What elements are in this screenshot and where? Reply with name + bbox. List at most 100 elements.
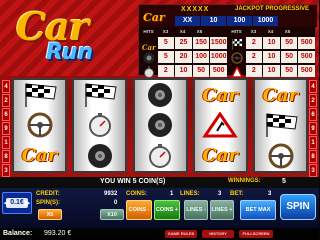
payline-number[interactable]: 3 — [309, 164, 317, 177]
status-bar: YOU WIN 5 COIN(S) WINNINGS: 5 — [0, 177, 319, 188]
payline-number[interactable]: 4 — [2, 80, 10, 93]
car-logo-small: Car — [141, 42, 156, 52]
paytable-header-row: HITS X3 X4 X5 — [140, 28, 228, 35]
pay-value: 50 — [280, 50, 298, 63]
pay-value: 150 — [192, 36, 210, 49]
bet-value: 3 — [268, 191, 272, 197]
lines-plus-button[interactable]: LINES + — [210, 200, 234, 220]
pay-value: 25 — [175, 36, 192, 49]
balance-value: 993.20 € — [44, 230, 72, 237]
x5-button[interactable]: X5 — [38, 209, 62, 220]
pay-value: 2 — [245, 64, 263, 77]
coins-label: COINS: — [126, 191, 147, 197]
spin-button[interactable]: SPIN — [280, 194, 316, 220]
paytable-row-tire: 5 20 100 1000 — [140, 50, 228, 63]
col-header: X4 — [179, 29, 186, 34]
pay-value: 2 — [245, 50, 263, 63]
credit-label: CREDIT: — [36, 191, 60, 197]
pay-value: 1500 — [210, 36, 228, 49]
car-logo: Car — [262, 84, 299, 106]
pay-value: 1000 — [210, 50, 228, 63]
steering-wheel-icon — [228, 51, 246, 64]
warning-sign-icon — [197, 111, 243, 139]
payline-numbers-left: 4 2 6 9 1 8 3 — [2, 80, 10, 178]
reels: Car Car Car Car — [12, 78, 308, 173]
pay-value: 500 — [298, 50, 316, 63]
paytable-row-car: Car 5 25 150 1500 — [140, 36, 228, 52]
stopwatch-icon — [137, 142, 183, 170]
payline-number[interactable]: 1 — [309, 136, 317, 149]
x10-button[interactable]: X10 — [100, 209, 124, 220]
arrow-left-icon[interactable]: ◀ — [4, 200, 9, 207]
tire-icon — [137, 81, 183, 109]
fullscreen-button[interactable]: FULLSCREEN — [239, 230, 273, 238]
reel-1: Car — [12, 78, 67, 173]
spins-label: SPIN(S): — [36, 200, 60, 206]
coins-plus-button[interactable]: COINS + — [154, 200, 180, 220]
arrow-right-icon[interactable]: ▶ — [25, 200, 30, 207]
pay-value: 50 — [280, 64, 298, 77]
credit-value: 9932 — [104, 191, 118, 197]
spins-value: 0 — [114, 200, 118, 206]
pay-value: 100 — [192, 50, 210, 63]
pay-value: 10 — [263, 36, 280, 49]
pay-value: 500 — [298, 64, 316, 77]
steering-wheel-icon — [17, 111, 63, 139]
payline-number[interactable]: 4 — [309, 80, 317, 93]
coins-minus-button[interactable]: COINS - — [126, 200, 152, 220]
lines-minus-button[interactable]: LINES - — [184, 200, 208, 220]
payline-number[interactable]: 8 — [2, 150, 10, 163]
bet-max-button[interactable]: BET MAX — [240, 200, 276, 220]
paytable-row-stopwatch: 2 10 50 500 — [140, 64, 228, 78]
pay-value: 5 — [157, 36, 175, 49]
pay-value: 50 — [192, 64, 210, 77]
coins-value: 1 — [170, 191, 174, 197]
payline-numbers-right: 4 2 6 9 1 8 3 — [309, 80, 317, 178]
payline-number[interactable]: 3 — [2, 164, 10, 177]
bottom-bar: Balance: 993.20 € GAME RULES HISTORY FUL… — [0, 228, 319, 240]
bet-label: BET: — [230, 191, 244, 197]
reel-2 — [72, 78, 128, 173]
payline-number[interactable]: 2 — [309, 94, 317, 107]
payline-number[interactable]: 2 — [2, 94, 10, 107]
checkered-flag-icon — [258, 111, 304, 139]
win-message: YOU WIN 5 COIN(S) — [100, 178, 166, 185]
payline-number[interactable]: 6 — [309, 108, 317, 121]
pay-value: 10 — [263, 64, 280, 77]
paytable: Car XXXXX JACKPOT PROGRESSIVE XX 10 100 … — [138, 4, 317, 78]
payline-number[interactable]: 8 — [309, 150, 317, 163]
reel-3 — [132, 78, 188, 173]
col-header: X3 — [162, 29, 169, 34]
jackpot-stars: XXXXX — [181, 6, 210, 13]
control-panel: ◀ 0.1€ ▶ CREDIT: 9932 SPIN(S): 0 COINS: … — [0, 188, 319, 228]
stopwatch-icon — [77, 111, 123, 139]
pay-value: 500 — [210, 64, 228, 77]
pay-value: 10 — [175, 64, 192, 77]
car-logo: Car — [21, 145, 58, 167]
jackpot-value: 10 — [201, 16, 226, 26]
col-header: X5 — [196, 29, 203, 34]
balance-label: Balance: — [3, 230, 33, 237]
col-header: HITS — [231, 29, 242, 34]
car-logo: Car — [202, 84, 238, 106]
warning-sign-icon — [228, 64, 246, 78]
pay-value: 50 — [280, 36, 298, 49]
logo-run-text: Run — [46, 40, 94, 65]
pay-value: 500 — [298, 36, 316, 49]
payline-number[interactable]: 9 — [309, 122, 317, 135]
checkered-flag-icon — [77, 81, 123, 109]
jackpot-value: 100 — [227, 16, 252, 26]
coin-value-selector[interactable]: ◀ 0.1€ ▶ — [2, 192, 32, 214]
pay-value: 2 — [157, 64, 175, 77]
jackpot-values: XX 10 100 1000 — [175, 16, 278, 26]
game-rules-button[interactable]: GAME RULES — [165, 230, 197, 238]
payline-number[interactable]: 9 — [2, 122, 10, 135]
checkered-flag-icon — [17, 81, 63, 109]
col-header: X5 — [284, 29, 291, 34]
payline-number[interactable]: 1 — [2, 136, 10, 149]
stopwatch-icon — [140, 65, 158, 78]
payline-number[interactable]: 6 — [2, 108, 10, 121]
paytable-car-logo: Car — [143, 11, 165, 24]
col-header: HITS — [143, 29, 154, 34]
history-button[interactable]: HISTORY — [202, 230, 234, 238]
